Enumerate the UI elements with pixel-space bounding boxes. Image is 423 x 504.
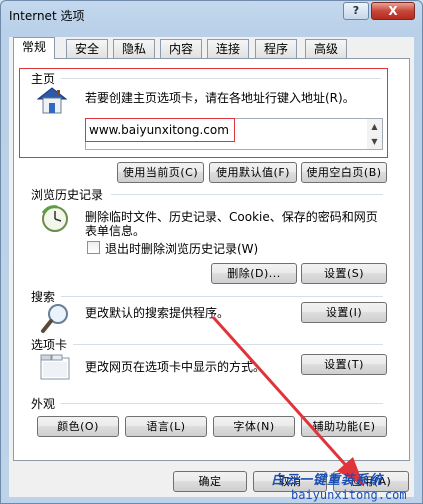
magnifier-icon	[39, 301, 73, 335]
tab-general[interactable]: 常规	[13, 37, 55, 59]
search-group-divider	[61, 296, 383, 297]
tabs-group-title: 选项卡	[31, 338, 68, 352]
house-icon	[35, 85, 69, 115]
delete-history-button[interactable]: 删除(D)...	[211, 263, 297, 284]
history-group-title: 浏览历史记录	[31, 188, 104, 202]
title-bar[interactable]: Internet 选项 ? X	[1, 1, 422, 29]
colors-button[interactable]: 颜色(O)	[37, 416, 119, 437]
tab-security[interactable]: 安全	[66, 39, 108, 58]
scroll-up-arrow-icon[interactable]: ▲	[367, 119, 382, 134]
annotation-arrow-icon	[201, 311, 376, 491]
help-button[interactable]: ?	[343, 2, 369, 20]
homepage-group-divider	[61, 78, 381, 79]
window-title: Internet 选项	[9, 9, 85, 23]
use-default-button[interactable]: 使用默认值(F)	[209, 162, 297, 183]
tab-privacy[interactable]: 隐私	[113, 39, 155, 58]
tab-content[interactable]: 内容	[160, 39, 202, 58]
delete-on-exit-checkbox[interactable]	[87, 241, 100, 254]
close-button[interactable]: X	[371, 2, 415, 20]
history-settings-button[interactable]: 设置(S)	[301, 263, 387, 284]
watermark-title: 白云一键重装系统	[271, 473, 384, 488]
tab-advanced[interactable]: 高级	[305, 39, 347, 58]
scroll-down-arrow-icon[interactable]: ▼	[367, 134, 382, 149]
languages-button[interactable]: 语言(L)	[125, 416, 207, 437]
internet-options-window: Internet 选项 ? X 常规 安全 隐私 内容 连接 程序 高级 主页 …	[0, 0, 423, 504]
delete-on-exit-label: 退出时删除浏览历史记录(W)	[105, 242, 259, 256]
use-current-button[interactable]: 使用当前页(C)	[117, 162, 204, 183]
homepage-description: 若要创建主页选项卡，请在各地址行键入地址(R)。	[85, 91, 355, 105]
appearance-group-title: 外观	[31, 397, 56, 411]
url-highlight-box	[85, 118, 235, 142]
tab-connections[interactable]: 连接	[207, 39, 249, 58]
history-description-line2: 表单信息。	[85, 224, 146, 238]
tab-programs[interactable]: 程序	[255, 39, 297, 58]
watermark-url: baiyunxitong.com	[291, 488, 407, 502]
globe-clock-icon	[37, 203, 73, 235]
history-group-divider	[111, 194, 383, 195]
use-blank-button[interactable]: 使用空白页(B)	[301, 162, 387, 183]
tabs-window-icon	[39, 353, 71, 381]
